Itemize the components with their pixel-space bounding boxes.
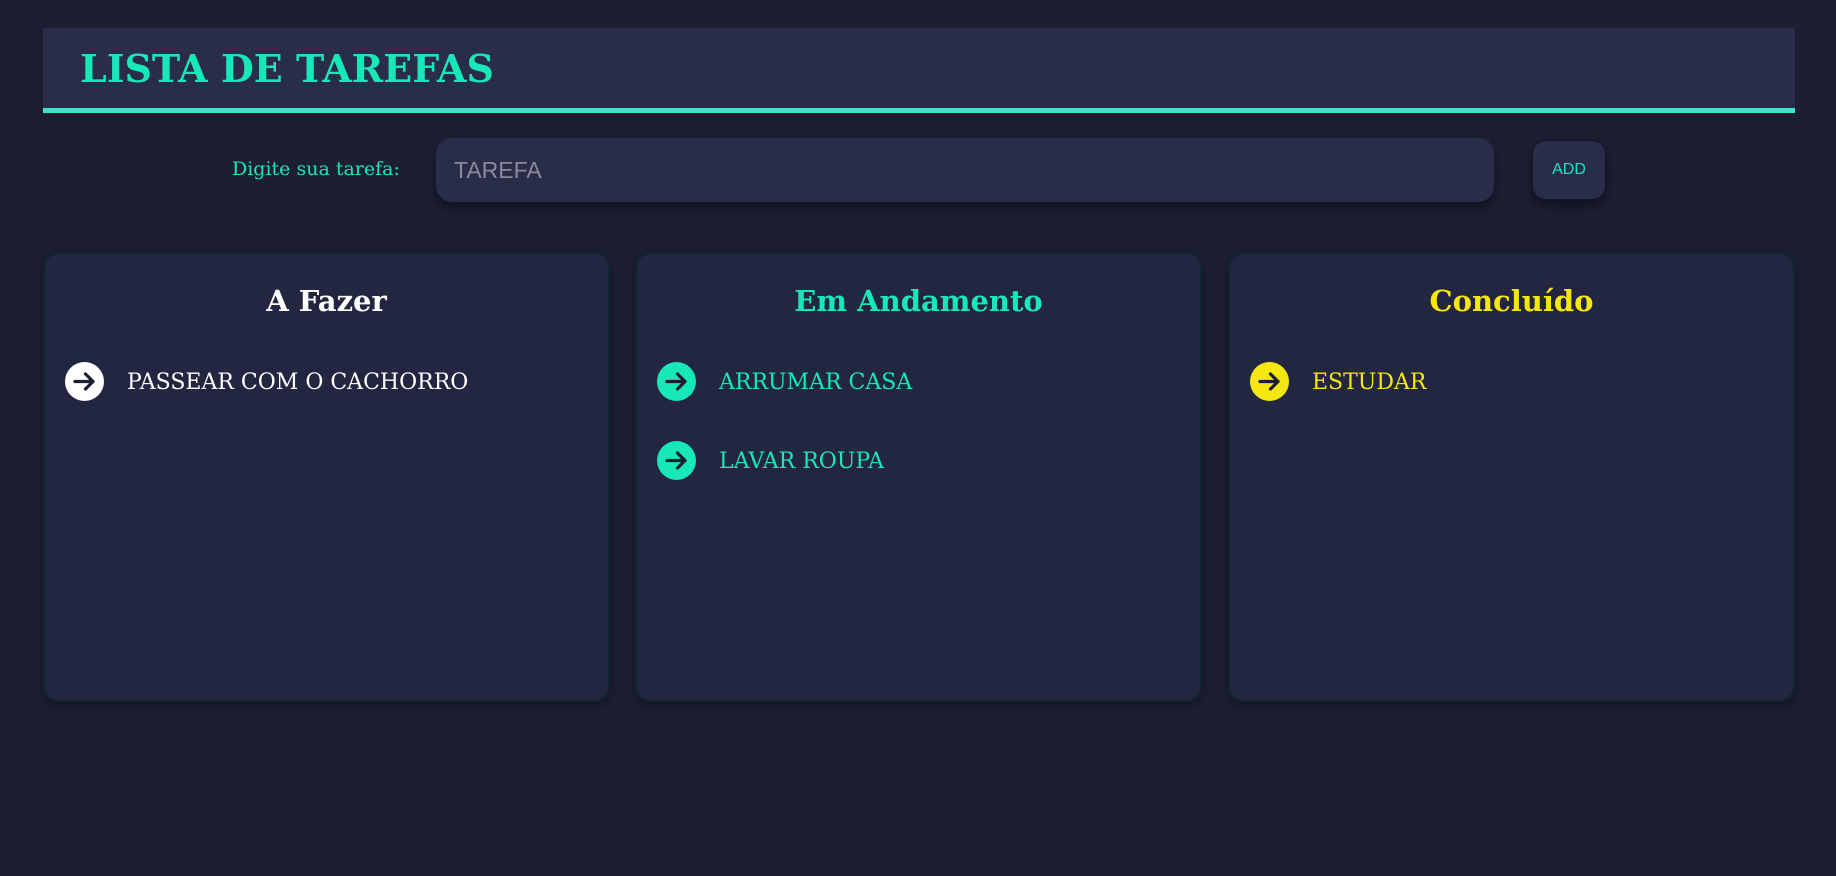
add-task-button[interactable]: ADD [1532, 140, 1606, 200]
arrow-right-circle-icon[interactable] [657, 441, 696, 480]
arrow-right-circle-icon[interactable] [657, 362, 696, 401]
column-done: Concluído ESTUDAR [1228, 252, 1795, 702]
task-text: ESTUDAR [1312, 370, 1427, 395]
arrow-right-circle-icon[interactable] [1250, 362, 1289, 401]
task-input[interactable] [436, 138, 1494, 202]
task-item[interactable]: ESTUDAR [1250, 362, 1770, 402]
column-title-done: Concluído [1429, 284, 1594, 318]
task-text: PASSEAR COM O CACHORRO [127, 370, 469, 395]
task-text: ARRUMAR CASA [719, 370, 913, 395]
task-item[interactable]: ARRUMAR CASA [657, 362, 1177, 402]
task-item[interactable]: PASSEAR COM O CACHORRO [65, 362, 585, 402]
task-item[interactable]: LAVAR ROUPA [657, 441, 1177, 481]
column-title-in-progress: Em Andamento [794, 284, 1043, 318]
column-in-progress: Em Andamento ARRUMAR CASA LAVAR ROUPA [635, 252, 1202, 702]
page-header: LISTA DE TAREFAS [43, 28, 1795, 113]
column-todo: A Fazer PASSEAR COM O CACHORRO [43, 252, 610, 702]
task-text: LAVAR ROUPA [719, 449, 885, 474]
column-title-todo: A Fazer [266, 284, 387, 318]
page-title: LISTA DE TAREFAS [80, 46, 494, 91]
task-input-label: Digite sua tarefa: [232, 158, 400, 180]
arrow-right-circle-icon[interactable] [65, 362, 104, 401]
